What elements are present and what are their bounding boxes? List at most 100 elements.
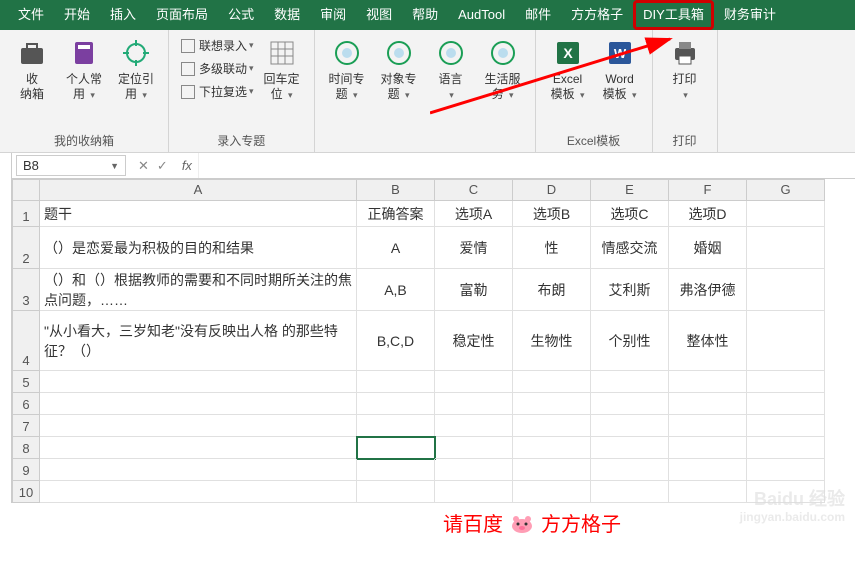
menu-帮助[interactable]: 帮助 — [402, 0, 448, 30]
column-header-E[interactable]: E — [591, 179, 669, 201]
cell-E5[interactable] — [591, 371, 669, 393]
row-header-2[interactable]: 2 — [12, 227, 40, 269]
linked-input[interactable]: 联想录入 ▾ — [179, 34, 256, 57]
cell-G8[interactable] — [747, 437, 825, 459]
column-header-F[interactable]: F — [669, 179, 747, 201]
cell-C5[interactable] — [435, 371, 513, 393]
cell-F9[interactable] — [669, 459, 747, 481]
cell-C1[interactable]: 选项A — [435, 201, 513, 227]
fx-label[interactable]: fx — [176, 158, 192, 173]
select-all-corner[interactable] — [12, 179, 40, 201]
cell-G9[interactable] — [747, 459, 825, 481]
locate-ref[interactable]: 定位引用 ▾ — [110, 34, 162, 105]
time-topic[interactable]: 时间专题 ▾ — [321, 34, 373, 105]
menu-DIY工具箱[interactable]: DIY工具箱 — [633, 0, 714, 30]
cell-F3[interactable]: 弗洛伊德 — [669, 269, 747, 311]
cell-E10[interactable] — [591, 481, 669, 503]
print[interactable]: 打印▾ — [659, 34, 711, 105]
cell-G10[interactable] — [747, 481, 825, 503]
row-header-4[interactable]: 4 — [12, 311, 40, 371]
cell-B6[interactable] — [357, 393, 435, 415]
language[interactable]: 语言▾ — [425, 34, 477, 105]
cell-F1[interactable]: 选项D — [669, 201, 747, 227]
cell-D7[interactable] — [513, 415, 591, 437]
object-topic[interactable]: 对象专题 ▾ — [373, 34, 425, 105]
cell-G1[interactable] — [747, 201, 825, 227]
menu-方方格子[interactable]: 方方格子 — [561, 0, 633, 30]
cell-A1[interactable]: 题干 — [40, 201, 357, 227]
cell-C2[interactable]: 爱情 — [435, 227, 513, 269]
column-header-A[interactable]: A — [40, 179, 357, 201]
row-header-3[interactable]: 3 — [12, 269, 40, 311]
column-header-C[interactable]: C — [435, 179, 513, 201]
cell-A3[interactable]: （）和（）根据教师的需要和不同时期所关注的焦点问题，…… — [40, 269, 357, 311]
word-template[interactable]: WWord模板 ▾ — [594, 34, 646, 105]
menu-数据[interactable]: 数据 — [264, 0, 310, 30]
row-header-6[interactable]: 6 — [12, 393, 40, 415]
cell-D4[interactable]: 生物性 — [513, 311, 591, 371]
cell-B1[interactable]: 正确答案 — [357, 201, 435, 227]
excel-template[interactable]: XExcel模板 ▾ — [542, 34, 594, 105]
cell-C10[interactable] — [435, 481, 513, 503]
cell-B9[interactable] — [357, 459, 435, 481]
cell-F4[interactable]: 整体性 — [669, 311, 747, 371]
cell-D9[interactable] — [513, 459, 591, 481]
round-locate[interactable]: 回车定位 ▾ — [256, 34, 308, 105]
menu-公式[interactable]: 公式 — [218, 0, 264, 30]
cell-F10[interactable] — [669, 481, 747, 503]
cell-A6[interactable] — [40, 393, 357, 415]
cancel-icon[interactable]: ✕ — [138, 158, 149, 174]
cell-G7[interactable] — [747, 415, 825, 437]
column-header-B[interactable]: B — [357, 179, 435, 201]
cell-C3[interactable]: 富勒 — [435, 269, 513, 311]
menu-插入[interactable]: 插入 — [100, 0, 146, 30]
cell-D3[interactable]: 布朗 — [513, 269, 591, 311]
cell-D8[interactable] — [513, 437, 591, 459]
personal-common[interactable]: 个人常用 ▾ — [58, 34, 110, 105]
menu-审阅[interactable]: 审阅 — [310, 0, 356, 30]
cell-D2[interactable]: 性 — [513, 227, 591, 269]
row-header-1[interactable]: 1 — [12, 201, 40, 227]
cell-B8[interactable] — [357, 437, 435, 459]
cell-F7[interactable] — [669, 415, 747, 437]
row-header-10[interactable]: 10 — [12, 481, 40, 503]
cell-D5[interactable] — [513, 371, 591, 393]
column-header-G[interactable]: G — [747, 179, 825, 201]
dropdown-restore[interactable]: 下拉复选 ▾ — [179, 80, 256, 103]
cell-C6[interactable] — [435, 393, 513, 415]
collection-box[interactable]: 收纳箱 — [6, 34, 58, 104]
cell-A5[interactable] — [40, 371, 357, 393]
cell-E6[interactable] — [591, 393, 669, 415]
cell-G2[interactable] — [747, 227, 825, 269]
menu-AudTool[interactable]: AudTool — [448, 0, 515, 30]
cell-D10[interactable] — [513, 481, 591, 503]
cell-D1[interactable]: 选项B — [513, 201, 591, 227]
cell-A7[interactable] — [40, 415, 357, 437]
column-header-D[interactable]: D — [513, 179, 591, 201]
cell-G5[interactable] — [747, 371, 825, 393]
cell-F8[interactable] — [669, 437, 747, 459]
cell-G6[interactable] — [747, 393, 825, 415]
formula-input[interactable] — [198, 153, 855, 178]
cell-A2[interactable]: （）是恋爱最为积极的目的和结果 — [40, 227, 357, 269]
cell-G3[interactable] — [747, 269, 825, 311]
cell-G4[interactable] — [747, 311, 825, 371]
multi-link[interactable]: 多级联动 ▾ — [179, 57, 256, 80]
menu-财务审计[interactable]: 财务审计 — [714, 0, 786, 30]
cell-B2[interactable]: A — [357, 227, 435, 269]
cell-C7[interactable] — [435, 415, 513, 437]
cell-B4[interactable]: B,C,D — [357, 311, 435, 371]
cell-B3[interactable]: A,B — [357, 269, 435, 311]
cell-E8[interactable] — [591, 437, 669, 459]
cell-E1[interactable]: 选项C — [591, 201, 669, 227]
cell-C4[interactable]: 稳定性 — [435, 311, 513, 371]
row-header-9[interactable]: 9 — [12, 459, 40, 481]
menu-视图[interactable]: 视图 — [356, 0, 402, 30]
row-header-5[interactable]: 5 — [12, 371, 40, 393]
cell-A10[interactable] — [40, 481, 357, 503]
confirm-icon[interactable]: ✓ — [157, 158, 168, 174]
cell-E3[interactable]: 艾利斯 — [591, 269, 669, 311]
cell-E2[interactable]: 情感交流 — [591, 227, 669, 269]
cell-A8[interactable] — [40, 437, 357, 459]
chevron-down-icon[interactable]: ▼ — [110, 161, 119, 171]
